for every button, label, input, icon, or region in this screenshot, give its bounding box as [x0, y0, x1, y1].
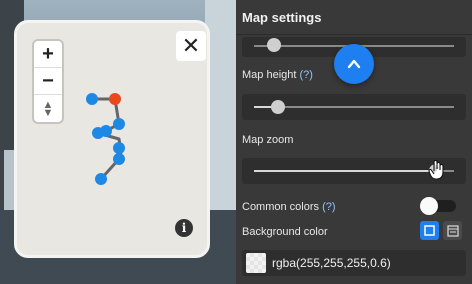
- map-height-label: Map height (?): [242, 69, 313, 81]
- panel-divider: [236, 34, 472, 35]
- background-color-value[interactable]: rgba(255,255,255,0.6): [272, 256, 391, 270]
- common-colors-help-icon[interactable]: (?): [322, 201, 335, 213]
- route-line: [92, 97, 123, 181]
- close-button[interactable]: ✕: [176, 31, 206, 61]
- hand-cursor-icon: [428, 160, 444, 180]
- solid-background-button[interactable]: [420, 221, 439, 240]
- settings-panel: Map settings Map height (?) Map zoom Com…: [236, 0, 472, 284]
- map-widget[interactable]: + − ▲ ▼ ✕ i: [14, 20, 210, 258]
- map-height-help-icon[interactable]: (?): [300, 69, 313, 81]
- info-button[interactable]: i: [175, 219, 193, 237]
- color-swatch-fill: [246, 253, 266, 273]
- slider-thumb[interactable]: [271, 100, 285, 114]
- map-zoom-label: Map zoom: [242, 134, 294, 146]
- compass-reset-button[interactable]: ▲ ▼: [34, 95, 62, 122]
- slider-thumb[interactable]: [267, 38, 281, 52]
- scroll-up-button[interactable]: [334, 44, 374, 84]
- image-icon: [446, 224, 459, 237]
- route-point[interactable]: [113, 153, 125, 165]
- chevron-up-icon: [347, 59, 361, 69]
- info-icon: i: [181, 221, 187, 235]
- zoom-out-button[interactable]: −: [34, 68, 62, 95]
- route-point[interactable]: [92, 127, 104, 139]
- common-colors-label-text: Common colors: [242, 201, 320, 213]
- slider-fill: [254, 170, 434, 172]
- zoom-control: + − ▲ ▼: [34, 41, 62, 122]
- background-color-input[interactable]: rgba(255,255,255,0.6): [242, 250, 466, 276]
- common-colors-label: Common colors (?): [242, 201, 336, 213]
- map-height-label-text: Map height: [242, 69, 297, 81]
- compass-icon: ▲ ▼: [42, 98, 54, 119]
- square-icon: [424, 225, 435, 236]
- panel-title: Map settings: [242, 10, 322, 25]
- route-start-point[interactable]: [109, 93, 121, 105]
- map-height-slider[interactable]: [242, 94, 466, 120]
- toggle-knob: [420, 197, 438, 215]
- close-icon: ✕: [181, 33, 201, 58]
- route-point[interactable]: [113, 142, 125, 154]
- common-colors-toggle[interactable]: [420, 197, 458, 215]
- route-point[interactable]: [86, 93, 98, 105]
- zoom-in-button[interactable]: +: [34, 41, 62, 68]
- image-background-button[interactable]: [443, 221, 462, 240]
- route-point[interactable]: [113, 118, 125, 130]
- background-color-label: Background color: [242, 226, 328, 238]
- route-point[interactable]: [95, 173, 107, 185]
- color-swatch[interactable]: [246, 253, 266, 273]
